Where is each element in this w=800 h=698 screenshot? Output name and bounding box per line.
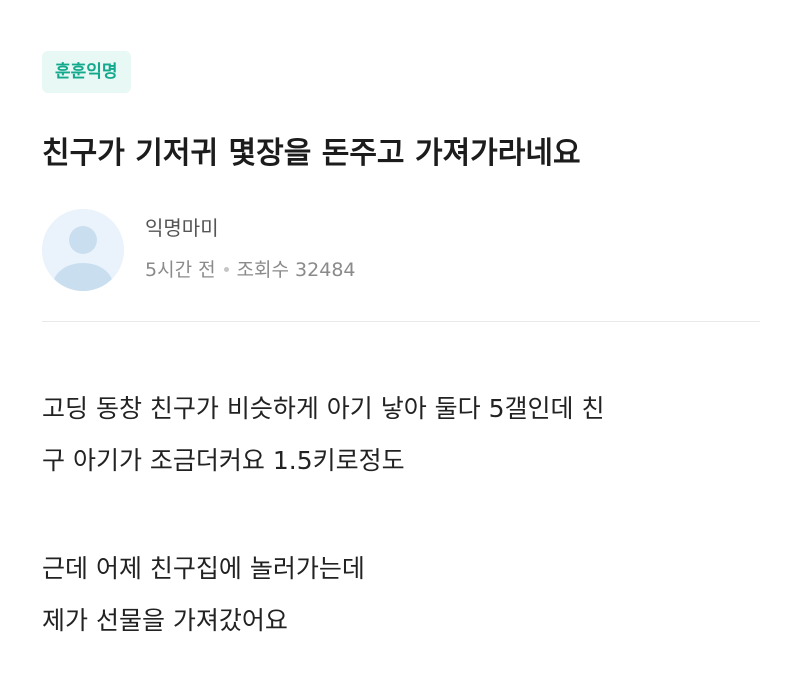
view-count: 조회수 32484	[236, 259, 356, 281]
meta-separator-dot	[223, 266, 229, 272]
post-title: 친구가 기저귀 몇장을 돈주고 가져가라네요	[42, 136, 581, 171]
header-divider	[42, 321, 760, 322]
body-line: 제가 선물을 가져갔어요	[42, 606, 288, 635]
author-name[interactable]: 익명마미	[145, 213, 219, 243]
post-meta: 5시간 전 조회수 32484	[145, 255, 356, 285]
body-line: 구 아기가 조금더커요 1.5키로정도	[42, 446, 405, 475]
default-user-avatar-icon	[42, 209, 124, 291]
body-line: 고딩 동창 친구가 비슷하게 아기 낳아 둘다 5갤인데 친	[42, 394, 605, 423]
post-time: 5시간 전	[145, 259, 216, 281]
post-body: 고딩 동창 친구가 비슷하게 아기 낳아 둘다 5갤인데 친 구 아기가 조금더…	[42, 383, 760, 647]
author-avatar-icon[interactable]	[42, 209, 124, 291]
body-line: 근데 어제 친구집에 놀러가는데	[42, 554, 365, 583]
category-badge[interactable]: 훈훈익명	[42, 51, 131, 93]
